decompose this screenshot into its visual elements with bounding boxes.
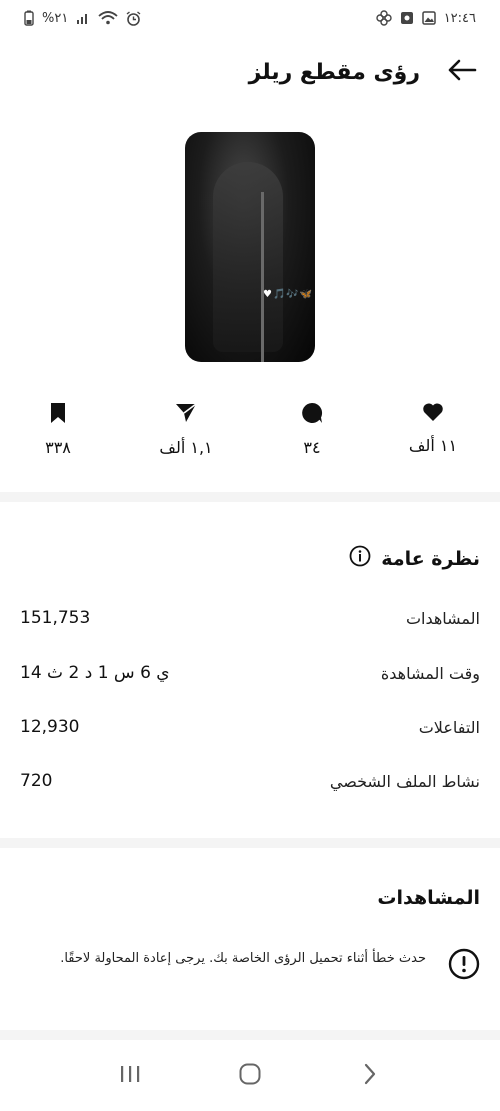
overview-title: نظرة عامة	[349, 545, 480, 572]
performer-silhouette	[213, 162, 283, 352]
row-label: المشاهدات	[405, 608, 480, 628]
engagement-stats: ٣٣٨ ١,١ ألف ٣٤ ١١ ألف	[0, 402, 500, 462]
section-divider	[0, 1030, 500, 1040]
views-title-text: المشاهدات	[377, 887, 480, 909]
overview-title-text: نظرة عامة	[381, 547, 480, 570]
reel-thumbnail[interactable]: ♥🎵🎶🦋	[185, 132, 315, 362]
back-nav-button[interactable]	[350, 1056, 390, 1096]
overview-row-watch-time: 14 ي 6 س 1 د 2 ث وقت المشاهدة	[20, 661, 480, 685]
comment-icon	[301, 402, 323, 428]
signal-icon	[76, 11, 90, 25]
row-label: وقت المشاهدة	[380, 663, 480, 683]
home-button[interactable]	[230, 1056, 270, 1096]
comments-count: ٣٤	[303, 438, 321, 457]
views-title: المشاهدات	[377, 887, 480, 909]
microphone-stand	[261, 192, 264, 362]
reel-overlay-text: ♥🎵🎶🦋	[263, 289, 314, 300]
likes-stat: ١١ ألف	[393, 402, 473, 455]
system-nav-bar	[0, 1040, 500, 1111]
status-right: ١٢:٤٦	[375, 10, 476, 26]
gallery-icon	[421, 11, 436, 25]
overview-row-interactions: 12,930 التفاعلات	[20, 715, 480, 739]
heart-icon	[422, 402, 444, 426]
saves-count: ٣٣٨	[45, 438, 71, 457]
header: رؤى مقطع ريلز	[0, 44, 500, 100]
recent-apps-icon	[119, 1064, 141, 1088]
overview-row-profile-activity: 720 نشاط الملف الشخصي	[20, 769, 480, 793]
shares-count: ١,١ ألف	[159, 438, 213, 457]
alert-circle-icon	[448, 948, 480, 984]
error-text: حدث خطأ أثناء تحميل الرؤى الخاصة بك. يرج…	[60, 951, 426, 966]
notification-square-icon	[400, 11, 414, 25]
alarm-icon	[126, 10, 141, 26]
row-value: 12,930	[20, 717, 80, 737]
likes-count: ١١ ألف	[408, 436, 458, 455]
bookmark-icon	[49, 402, 67, 428]
wifi-icon	[98, 11, 118, 25]
comments-stat: ٣٤	[272, 402, 352, 457]
arrow-left-icon	[447, 59, 477, 85]
recent-apps-button[interactable]	[110, 1056, 150, 1096]
section-divider	[0, 492, 500, 502]
row-value: 720	[20, 771, 53, 791]
row-label: نشاط الملف الشخصي	[329, 771, 480, 791]
status-left: %٢١	[24, 10, 141, 26]
row-label: التفاعلات	[418, 717, 480, 737]
shares-stat: ١,١ ألف	[146, 402, 226, 457]
row-value: 14 ي 6 س 1 د 2 ث	[20, 663, 170, 683]
home-icon	[238, 1062, 262, 1090]
battery-percent: %٢١	[42, 10, 69, 26]
page-title: رؤى مقطع ريلز	[248, 59, 420, 85]
info-icon[interactable]	[349, 545, 371, 572]
error-message: حدث خطأ أثناء تحميل الرؤى الخاصة بك. يرج…	[20, 948, 480, 998]
back-button[interactable]	[444, 54, 480, 90]
send-icon	[175, 402, 197, 428]
chevron-right-icon	[362, 1063, 378, 1089]
battery-icon	[24, 10, 34, 26]
overview-row-views: 151,753 المشاهدات	[20, 606, 480, 630]
status-time: ١٢:٤٦	[443, 10, 476, 26]
section-divider	[0, 838, 500, 848]
status-bar: %٢١ ١٢:٤٦	[0, 0, 500, 36]
row-value: 151,753	[20, 608, 91, 628]
settings-flower-icon	[375, 10, 392, 26]
saves-stat: ٣٣٨	[18, 402, 98, 457]
